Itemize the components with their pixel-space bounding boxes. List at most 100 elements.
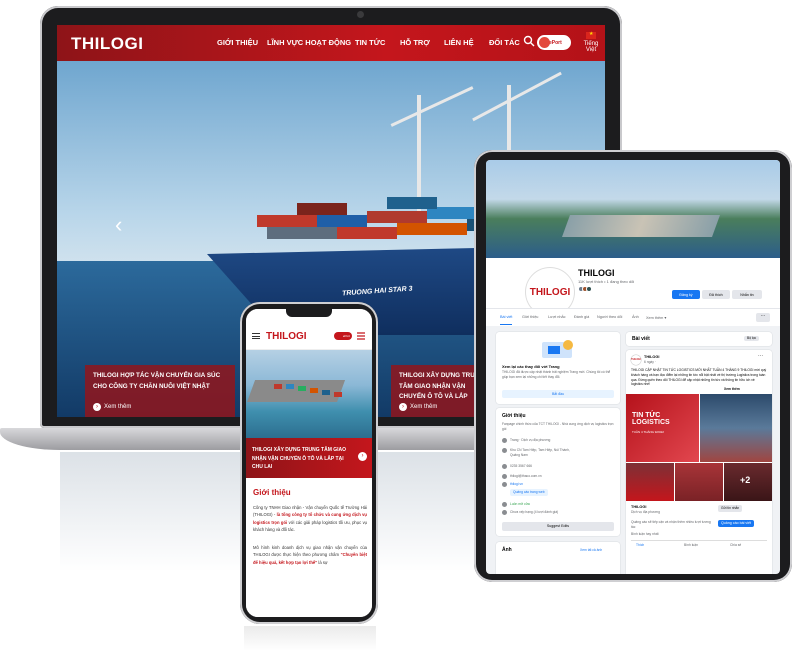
avatar — [586, 286, 592, 292]
language-label: Tiếng Việt — [583, 41, 599, 53]
tab-photos[interactable]: Ảnh — [632, 315, 639, 319]
menu-icon[interactable] — [252, 333, 260, 339]
suggest-edits-button[interactable]: Suggest Edits — [502, 522, 614, 531]
device-mockup-scene: TRUONG HAI STAR 3 ‹ THILOGI GIỚI THIỆU L… — [0, 0, 799, 651]
comment-action[interactable]: Bình luận — [684, 543, 698, 548]
about-description: Fanpage chính thức của TCT THILOGI - Nhà… — [502, 422, 614, 431]
carousel-prev-icon[interactable]: ‹ — [115, 212, 122, 238]
divider — [631, 540, 767, 541]
mobile-eport-button[interactable]: ePort — [334, 332, 352, 340]
read-more-link[interactable]: › Xem thêm — [399, 403, 437, 411]
message-button[interactable]: Nhắn tin — [732, 290, 762, 299]
search-icon[interactable] — [523, 35, 535, 47]
phone-screen: THILOGI ePort THILOGI XÂY DỰNG TRUNG TÂM… — [246, 309, 372, 617]
post-author[interactable]: THILOGI — [644, 355, 659, 359]
page-type: Dịch vụ địa phương — [631, 510, 660, 514]
about-address: Khu CN Tam Hiệp, Tam Hiệp, Núi Thành, Qu… — [510, 448, 570, 457]
promote-website-button[interactable]: Quảng cáo trang web — [510, 489, 548, 496]
nav-item-partners[interactable]: ĐỐI TÁC — [489, 38, 520, 47]
mobile-news-banner[interactable]: THILOGI XÂY DỰNG TRUNG TÂM GIAO NHẬN VẬN… — [246, 438, 372, 478]
post-image[interactable] — [675, 463, 723, 501]
port-aerial — [561, 215, 721, 237]
website-icon — [502, 482, 507, 487]
news-card[interactable]: THILOGI HỢP TÁC VẬN CHUYỂN GIA SÚC CHO C… — [85, 365, 235, 417]
more-options-icon[interactable]: ··· — [756, 313, 770, 322]
nav-item-fields[interactable]: LĨNH VỰC HOẠT ĐỘNG — [267, 38, 351, 47]
illustration-icon — [542, 340, 573, 358]
about-title: Giới thiệu — [502, 413, 526, 419]
email-icon — [502, 474, 507, 479]
container — [297, 203, 347, 215]
nav-item-about[interactable]: GIỚI THIỆU — [217, 38, 258, 47]
about-phone: 0235 3567 666 — [510, 464, 533, 468]
mobile-hero-image — [246, 350, 372, 438]
post-image[interactable] — [700, 394, 772, 462]
post-banner-image[interactable]: TIN TỨC LOGISTICS TUẦN 4 THÁNG 9/2022 — [626, 394, 699, 462]
about-rating: Chưa xếp hạng (4 lượt đánh giá) — [510, 510, 559, 514]
phone-reflection — [244, 626, 376, 651]
filter-button[interactable]: Bộ lọc — [744, 336, 760, 341]
arrow-right-icon[interactable]: › — [358, 452, 367, 461]
about-paragraph: Mô hình kinh doanh dịch vụ giao nhận vận… — [253, 544, 367, 566]
post-image[interactable]: +2 — [724, 463, 772, 501]
laptop-camera — [357, 11, 364, 18]
post-image[interactable] — [626, 463, 674, 501]
vietnam-flag-icon — [586, 31, 596, 39]
post-card: THILOGI THILOGI 6 ngày · ··· THILOGI CẬP… — [626, 350, 772, 574]
clock-icon — [502, 502, 507, 507]
about-paragraph: Công ty TNHH Giao nhận - Vận chuyển Quốc… — [253, 504, 367, 533]
nav-item-support[interactable]: HỖ TRỢ — [400, 38, 430, 47]
site-logo[interactable]: THILOGI — [71, 34, 143, 54]
reach-text: Bình luận hay nhất — [631, 532, 659, 536]
tab-about[interactable]: Giới thiệu — [522, 315, 538, 319]
tab-followers[interactable]: Người theo dõi — [597, 315, 622, 319]
hamburger-icon[interactable] — [356, 331, 366, 341]
mobile-logo[interactable]: THILOGI — [266, 331, 307, 342]
more-options-icon[interactable]: ··· — [758, 353, 763, 360]
post-text: THILOGI CẬP NHẬT TIN TỨC LOGISTICS MỚI N… — [631, 368, 767, 387]
start-button[interactable]: Bắt đầu — [502, 390, 614, 398]
container — [257, 215, 317, 227]
review-text: THILOGI đã được cập nhật thành trải nghi… — [502, 370, 611, 379]
facebook-cover-photo — [486, 160, 780, 258]
info-icon — [502, 438, 507, 443]
see-all-photos-link[interactable]: Xem tất cả ảnh — [580, 548, 602, 553]
about-email[interactable]: thilogi@thaco.com.vn — [510, 474, 542, 479]
mobile-nav: THILOGI ePort — [246, 322, 372, 350]
like-action[interactable]: Thích — [636, 543, 644, 548]
about-category: Trang · Dịch vụ địa phương — [510, 438, 551, 442]
nav-item-news[interactable]: TIN TỨC — [355, 38, 385, 47]
container — [317, 215, 367, 227]
page-name[interactable]: THILOGI — [578, 268, 615, 278]
page-likes: 11K lượt thích • 1 đang theo dõi — [578, 279, 635, 284]
tab-more[interactable]: Xem thêm ▾ — [646, 315, 666, 320]
port-aerial-image — [247, 380, 346, 402]
mobile-about-section: Giới thiệu Công ty TNHH Giao nhận - Vận … — [246, 478, 372, 617]
liked-button[interactable]: Đã thích — [702, 290, 730, 299]
read-more-link[interactable]: › Xem thêm — [93, 403, 131, 411]
post-time: 6 ngày · — [644, 360, 656, 364]
container — [267, 227, 337, 239]
language-switcher[interactable]: Tiếng Việt — [579, 31, 603, 53]
tab-reviews[interactable]: Đánh giá — [574, 315, 589, 319]
eport-button[interactable]: ePort — [537, 35, 571, 50]
author-avatar[interactable]: THILOGI — [631, 355, 641, 365]
arrow-right-icon: › — [93, 403, 101, 411]
promote-post-button[interactable]: Quảng cáo bài viết — [718, 520, 754, 528]
follower-avatars — [578, 286, 594, 292]
send-message-button[interactable]: Gửi tin nhắn — [718, 505, 743, 512]
about-card: Giới thiệu Fanpage chính thức của TCT TH… — [496, 408, 620, 536]
phone-notch — [286, 309, 332, 317]
arrow-right-icon: › — [399, 403, 407, 411]
share-action[interactable]: Chia sẻ — [730, 543, 741, 548]
container — [367, 211, 427, 223]
about-website[interactable]: thilogi.vn — [510, 482, 523, 487]
nav-item-contact[interactable]: LIÊN HỆ — [444, 38, 474, 47]
see-more-link[interactable]: Xem thêm — [724, 387, 740, 392]
register-button[interactable]: Đăng ký — [672, 290, 700, 299]
page-name-footer[interactable]: THILOGI — [631, 505, 646, 509]
tab-posts[interactable]: Bài viết — [500, 315, 513, 325]
photos-card: Ảnh Xem tất cả ảnh — [496, 542, 620, 574]
tab-mentions[interactable]: Lượt nhắc — [548, 315, 566, 319]
review-title: Xem lại các thay đổi với Trang — [502, 364, 560, 369]
